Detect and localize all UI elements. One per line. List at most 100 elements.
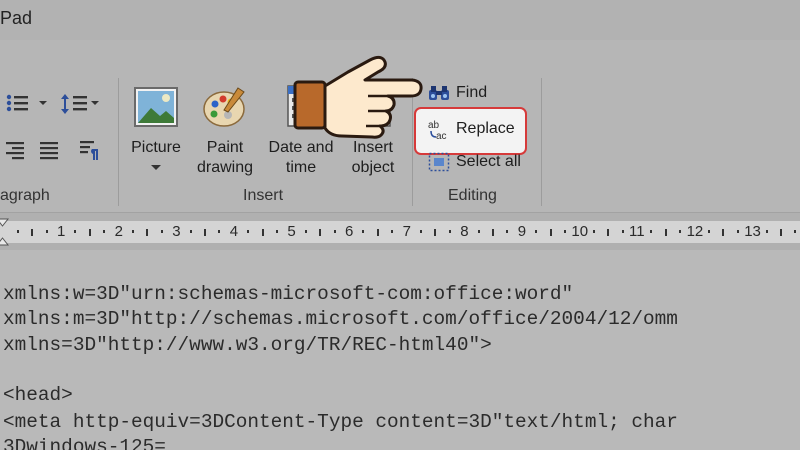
- ruler[interactable]: 1 2 3 4 5 6 7 8 9 10 11 12 13: [0, 212, 800, 251]
- paint-drawing-button[interactable]: Paint drawing: [188, 82, 262, 178]
- ruler-tick: [492, 229, 494, 236]
- group-divider: [541, 78, 542, 206]
- ruler-tick: [276, 230, 278, 233]
- ruler-tick: [564, 230, 566, 233]
- paragraph-group: agraph: [0, 40, 118, 212]
- line-spacing-icon: [61, 94, 99, 114]
- ruler-tick: [261, 229, 264, 236]
- ruler-number: 9: [517, 223, 527, 240]
- chevron-down-icon: [151, 165, 161, 170]
- ruler-tick: [549, 229, 552, 236]
- ruler-tick: [247, 230, 250, 233]
- ruler-tick: [319, 229, 322, 236]
- select-all-label: Select all: [456, 153, 521, 170]
- justify-button[interactable]: [38, 140, 60, 160]
- document-line: xmlns:m=3D"http://schemas.microsoft.com/…: [3, 308, 678, 330]
- ruler-tick: [333, 230, 336, 233]
- document-line: 3Dwindows-125=: [3, 436, 166, 450]
- line-spacing-button[interactable]: [60, 92, 102, 116]
- paragraph-settings-button[interactable]: [78, 139, 100, 161]
- paint-palette-icon: [203, 87, 245, 127]
- replace-icon: ab ac: [428, 120, 447, 140]
- ruler-tick: [664, 229, 667, 236]
- ruler-tick: [477, 230, 480, 233]
- ruler-tick: [420, 230, 422, 233]
- ruler-tick: [780, 229, 782, 236]
- ruler-tick: [506, 230, 509, 233]
- ruler-tick: [391, 230, 394, 233]
- binoculars-icon: [429, 86, 449, 100]
- replace-label: Replace: [456, 120, 515, 137]
- picture-button[interactable]: Picture: [124, 82, 188, 178]
- find-label: Find: [456, 84, 488, 101]
- ruler-tick: [31, 229, 34, 236]
- select-all-icon: [428, 152, 450, 172]
- ruler-number: 1: [57, 223, 66, 240]
- ruler-tick: [722, 229, 725, 236]
- justify-icon: [40, 142, 58, 160]
- insert-object-label-1: Insert: [352, 139, 393, 156]
- ruler-tick: [304, 230, 307, 233]
- title-bar: Pad: [0, 0, 800, 40]
- ruler-number: 13: [744, 223, 761, 240]
- ruler-tick: [607, 229, 610, 236]
- ruler-tick: [679, 230, 682, 233]
- ruler-tick: [189, 230, 192, 233]
- ruler-tick: [448, 230, 451, 233]
- editing-group-label: Editing: [448, 187, 497, 204]
- svg-text:ac: ac: [436, 131, 447, 140]
- document-line: <meta http-equiv=3DContent-Type content=…: [3, 411, 678, 433]
- ruler-tick: [621, 230, 624, 233]
- indent-marker-icon[interactable]: [0, 217, 10, 247]
- bullet-list-icon: [6, 94, 47, 112]
- align-right-icon: [6, 142, 24, 160]
- ruler-tick: [16, 230, 19, 233]
- ruler-tick: [160, 230, 163, 233]
- ruler-tick: [765, 230, 768, 233]
- ruler-number: 4: [229, 223, 239, 240]
- ruler-tick: [45, 230, 48, 233]
- ruler-number: 7: [402, 223, 411, 240]
- date-and-time-label-2: time: [285, 159, 317, 176]
- ruler-tick: [146, 229, 149, 236]
- ruler-tick: [103, 230, 106, 233]
- ruler-number: 5: [287, 223, 296, 240]
- paint-drawing-label-1: Paint: [206, 139, 244, 156]
- align-right-button[interactable]: [4, 140, 26, 160]
- ruler-number: 3: [172, 223, 181, 240]
- svg-text:ab: ab: [428, 120, 440, 131]
- document-line: xmlns=3D"http://www.w3.org/TR/REC-html40…: [3, 334, 492, 356]
- ruler-number: 6: [345, 223, 354, 240]
- group-divider: [118, 78, 119, 206]
- ruler-number: 10: [571, 223, 589, 240]
- paragraph-group-label: agraph: [0, 187, 50, 204]
- ruler-tick: [376, 229, 379, 236]
- ruler-tick: [736, 230, 739, 233]
- select-all-button[interactable]: Select all: [428, 152, 521, 172]
- ruler-tick: [362, 230, 365, 233]
- picture-label: Picture: [131, 139, 181, 156]
- paint-drawing-label-2: drawing: [196, 159, 254, 176]
- picture-icon: [134, 87, 178, 127]
- replace-button[interactable]: ab ac Replace: [428, 118, 515, 140]
- ruler-tick: [132, 230, 134, 233]
- ruler-number: 12: [686, 223, 704, 240]
- ruler-tick: [592, 230, 595, 233]
- ruler-tick: [650, 230, 653, 233]
- bullets-list-button[interactable]: [5, 92, 49, 114]
- paragraph-icon: [80, 141, 98, 160]
- pointing-hand-icon: [293, 55, 423, 139]
- ruler-tick: [74, 230, 77, 233]
- document-area[interactable]: xmlns:w=3D"urn:schemas-microsoft-com:off…: [0, 250, 800, 450]
- find-button[interactable]: Find: [428, 84, 487, 102]
- document-line: xmlns:w=3D"urn:schemas-microsoft-com:off…: [3, 283, 574, 305]
- ruler-number: 2: [114, 223, 123, 240]
- ruler-tick: [204, 229, 206, 236]
- ruler-tick: [218, 230, 221, 233]
- ruler-number: 11: [629, 223, 645, 240]
- ruler-tick: [434, 229, 437, 236]
- insert-group-label: Insert: [243, 187, 284, 204]
- ruler-tick: [794, 230, 797, 233]
- date-and-time-label-1: Date and: [268, 139, 334, 156]
- ruler-number: 8: [460, 223, 469, 240]
